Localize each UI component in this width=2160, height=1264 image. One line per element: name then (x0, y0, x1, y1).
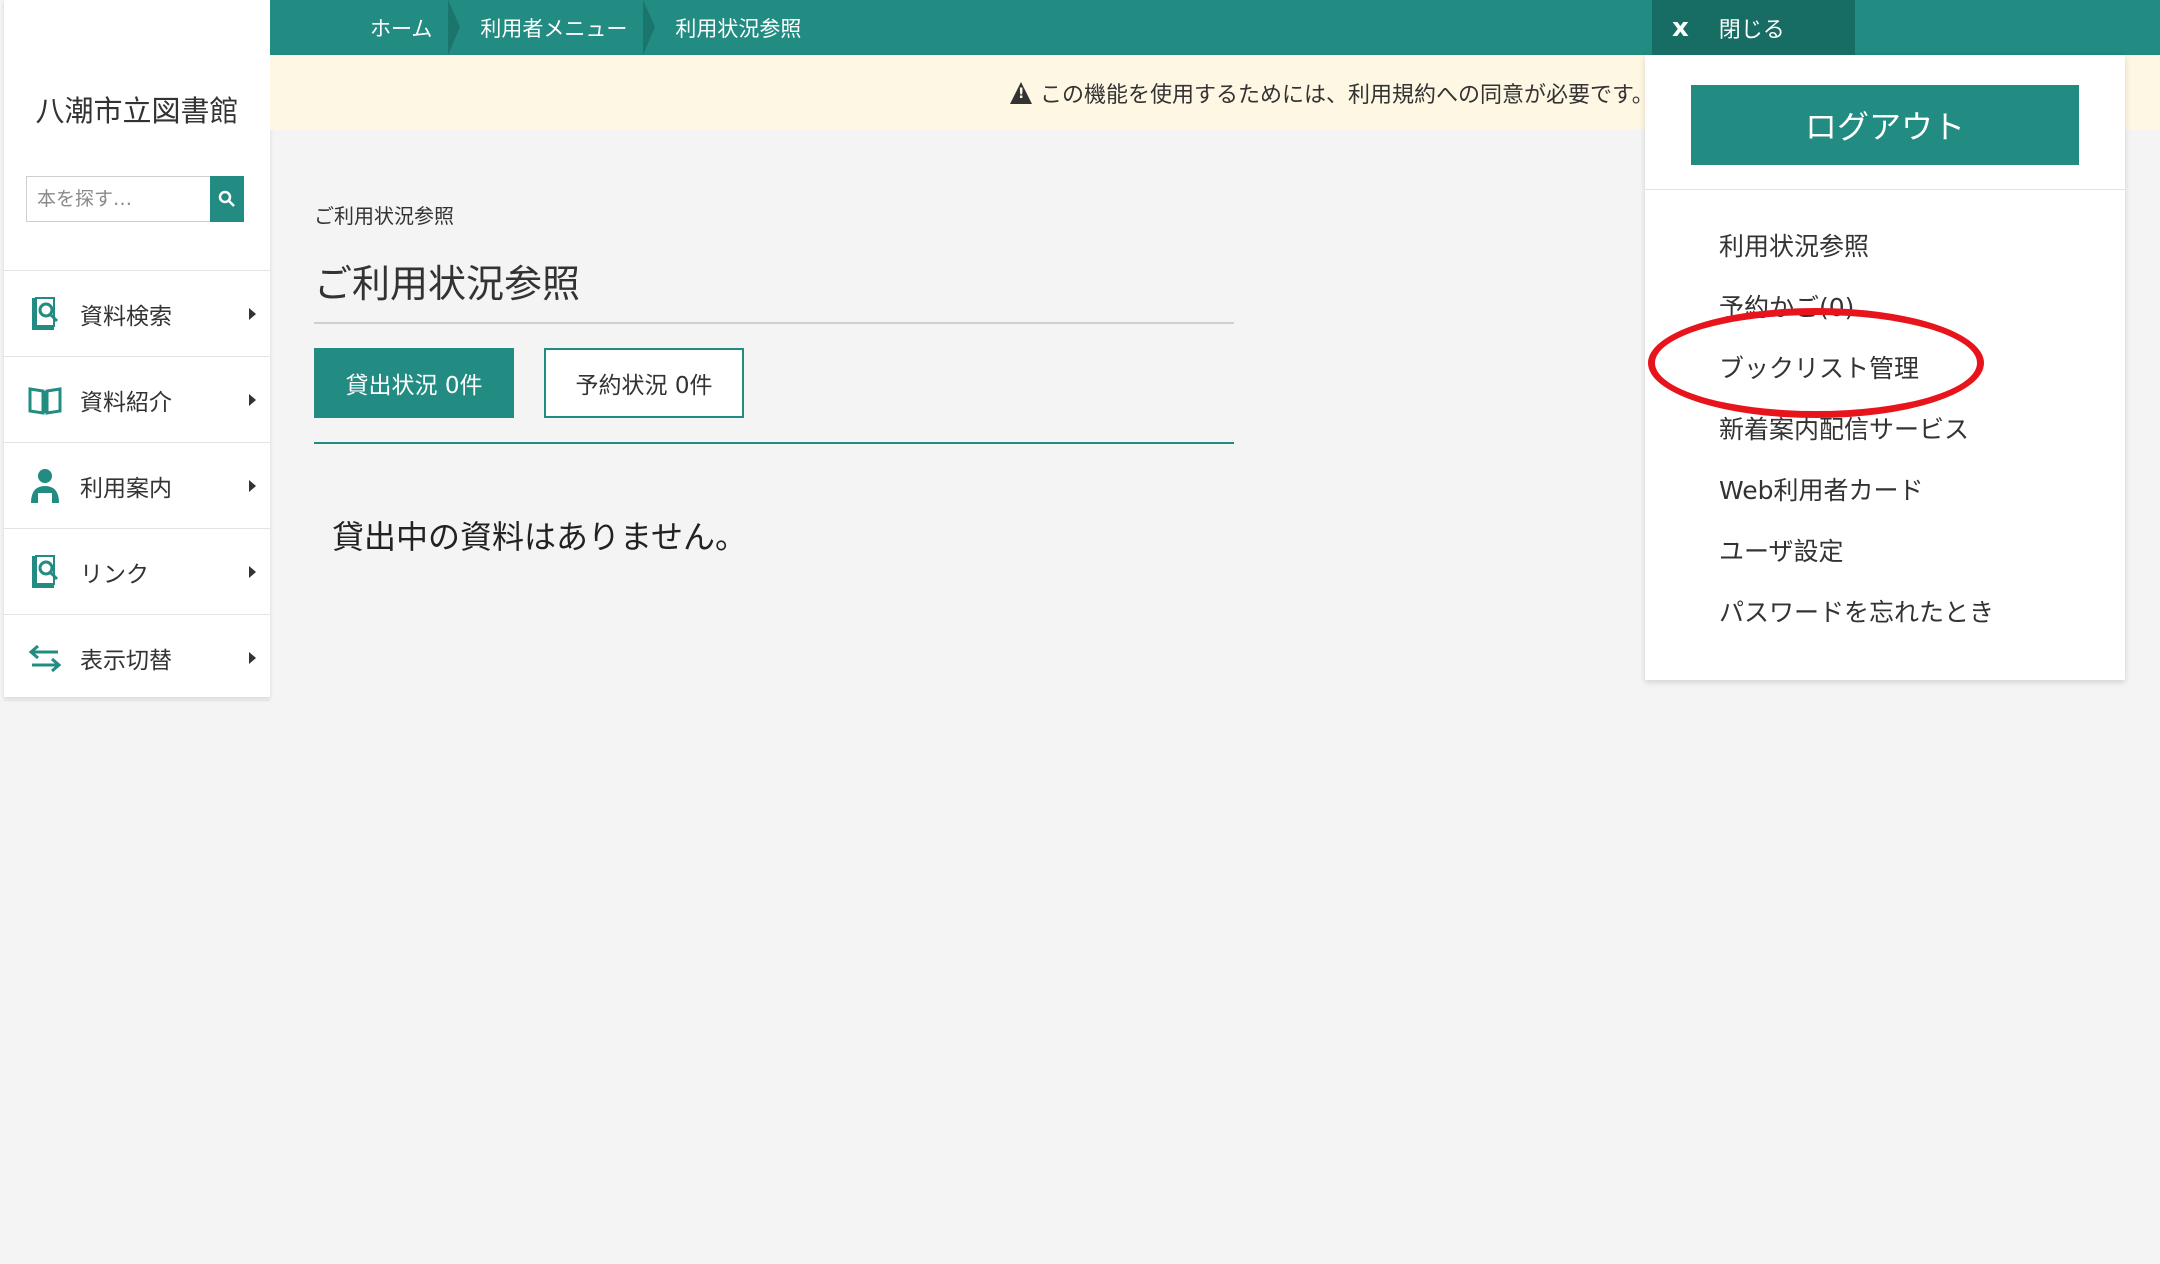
warning-icon (1010, 82, 1032, 104)
search-book-icon (28, 294, 62, 334)
caret-right-icon (249, 566, 256, 578)
sidebar-nav: 資料検索 資料紹介 利用案内 リンク 表示切替 (4, 270, 270, 701)
empty-message: 貸出中の資料はありません。 (332, 518, 748, 556)
top-bar: ホーム 利用者メニュー 利用状況参照 (270, 0, 2160, 55)
menu-item-forgot-password[interactable]: パスワードを忘れたとき (1719, 597, 1994, 658)
tab-reservation-status[interactable]: 予約状況 0件 (544, 348, 744, 418)
switch-arrows-icon (28, 638, 62, 678)
sidebar-item-search[interactable]: 資料検索 (4, 271, 270, 357)
search-box (26, 176, 244, 222)
breadcrumb-home[interactable]: ホーム (350, 0, 461, 55)
tab-loan-status[interactable]: 貸出状況 0件 (314, 348, 514, 418)
menu-item-user-settings[interactable]: ユーザ設定 (1719, 536, 1994, 597)
sidebar-item-guide[interactable]: 利用案内 (4, 443, 270, 529)
menu-item-booklist[interactable]: ブックリスト管理 (1719, 353, 1994, 414)
link-book-icon (28, 552, 62, 592)
sidebar-item-label: 資料検索 (80, 303, 172, 330)
caret-right-icon (249, 308, 256, 320)
sidebar-item-label: 表示切替 (80, 647, 172, 674)
search-button[interactable] (210, 176, 244, 222)
notice-content: この機能を使用するためには、利用規約への同意が必要です。 (1010, 77, 1654, 109)
breadcrumb-user-menu[interactable]: 利用者メニュー (460, 0, 656, 55)
sidebar-item-label: 利用案内 (80, 475, 172, 502)
menu-item-new-arrivals[interactable]: 新着案内配信サービス (1719, 414, 1994, 475)
close-icon: x (1672, 12, 1689, 43)
user-guide-icon (28, 466, 62, 506)
user-menu-list: 利用状況参照 予約かご(0) ブックリスト管理 新着案内配信サービス Web利用… (1719, 231, 1994, 658)
tab-divider (314, 442, 1234, 444)
search-icon (218, 190, 235, 207)
logout-button[interactable]: ログアウト (1691, 85, 2079, 165)
menu-item-reservation-cart[interactable]: 予約かご(0) (1719, 292, 1994, 353)
sidebar-item-label: リンク (80, 561, 149, 588)
library-name: 八潮市立図書館 (35, 94, 239, 128)
breadcrumb: ホーム 利用者メニュー 利用状況参照 (350, 0, 829, 55)
sidebar-item-display-switch[interactable]: 表示切替 (4, 615, 270, 701)
sidebar-item-introduction[interactable]: 資料紹介 (4, 357, 270, 443)
caret-right-icon (249, 652, 256, 664)
search-input[interactable] (26, 176, 210, 222)
menu-item-web-card[interactable]: Web利用者カード (1719, 475, 1994, 536)
caret-right-icon (249, 480, 256, 492)
sidebar-item-links[interactable]: リンク (4, 529, 270, 615)
breadcrumb-current: 利用状況参照 (675, 16, 802, 41)
caret-right-icon (249, 394, 256, 406)
open-book-icon (28, 380, 62, 420)
close-label: 閉じる (1718, 17, 1785, 43)
sidebar-header (4, 0, 270, 55)
section-subtitle: ご利用状況参照 (314, 204, 454, 228)
sidebar: 八潮市立図書館 資料検索 資料紹介 (4, 0, 270, 701)
menu-item-usage-status[interactable]: 利用状況参照 (1719, 231, 1994, 292)
sidebar-item-label: 資料紹介 (80, 389, 172, 416)
close-button[interactable]: x 閉じる (1652, 0, 1855, 55)
user-menu-panel: ログアウト 利用状況参照 予約かご(0) ブックリスト管理 新着案内配信サービス… (1645, 55, 2125, 680)
notice-text: この機能を使用するためには、利用規約への同意が必要です。 (1040, 83, 1654, 108)
panel-divider (1645, 189, 2125, 190)
page-title: ご利用状況参照 (314, 253, 1234, 324)
main-content: ご利用状況参照 ご利用状況参照 貸出状況 0件 予約状況 0件 貸出中の資料はあ… (314, 200, 1234, 558)
status-tabs: 貸出状況 0件 予約状況 0件 (314, 348, 1234, 418)
